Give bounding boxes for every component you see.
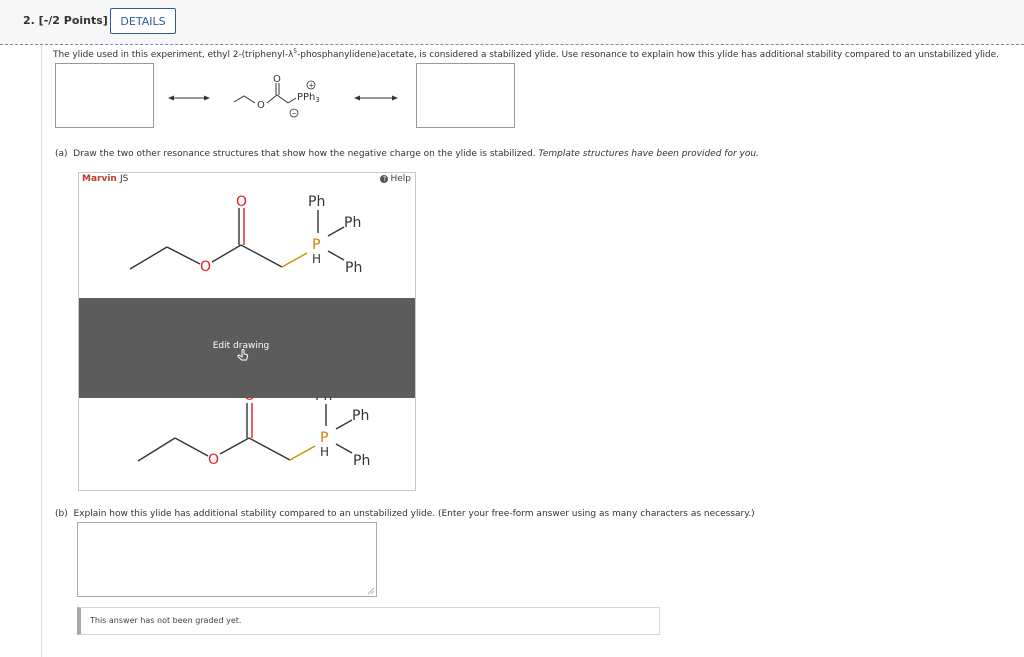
resonance-arrow-left [168, 95, 210, 101]
phenyl-right-top-label: Ph [352, 408, 369, 424]
phenyl-top-label: Ph [308, 194, 325, 210]
grading-status: This answer has not been graded yet. [77, 607, 660, 635]
phosphorus-label: P [320, 430, 328, 446]
hydrogen-label: H [312, 252, 321, 266]
pph3-label: PPh3 [297, 92, 320, 104]
intro-text-after: -phosphanylidene)acetate, is considered … [297, 50, 999, 60]
carbonyl-oxygen-label: O [273, 74, 281, 85]
phenyl-right-top-label: Ph [344, 215, 361, 231]
part-b-instructions: (b) Explain how this ylide has additiona… [55, 509, 755, 519]
hand-pointer-icon [237, 348, 249, 361]
ester-oxygen-label: O [257, 100, 265, 111]
plus-sign: + [308, 82, 314, 90]
question-header: 2. [-/2 Points] DETAILS [0, 0, 1024, 45]
part-a-instructions: (a) Draw the two other resonance structu… [55, 149, 759, 159]
phosphorus-label: P [312, 237, 320, 253]
details-button[interactable]: DETAILS [110, 8, 176, 34]
phenyl-right-bottom-label: Ph [345, 260, 362, 276]
resonance-box-left[interactable] [55, 63, 154, 128]
resize-grip-icon[interactable] [367, 587, 375, 595]
ester-oxygen-label: O [208, 452, 219, 468]
hydrogen-label: H [320, 445, 329, 459]
resonance-arrow-right [354, 95, 398, 101]
question-number: 2. [-/2 Points] [23, 14, 108, 27]
grading-status-text: This answer has not been graded yet. [90, 616, 242, 625]
question-intro: The ylide used in this experiment, ethyl… [53, 48, 999, 60]
ylide-structure: O O PPh3 + − [168, 74, 398, 118]
left-border [41, 45, 42, 657]
intro-text-before: The ylide used in this experiment, ethyl… [53, 50, 294, 60]
carbonyl-oxygen-label: O [236, 194, 247, 210]
phenyl-right-bottom-label: Ph [353, 453, 370, 469]
edit-drawing-overlay[interactable]: Edit drawing [79, 298, 415, 398]
ester-oxygen-label: O [200, 259, 211, 275]
resonance-box-right[interactable] [416, 63, 515, 128]
marvin-editor[interactable]: Marvin JS ?Help O O P H Ph Ph Ph O O P [78, 172, 416, 491]
minus-sign: − [292, 110, 298, 118]
answer-textarea[interactable] [77, 522, 377, 597]
